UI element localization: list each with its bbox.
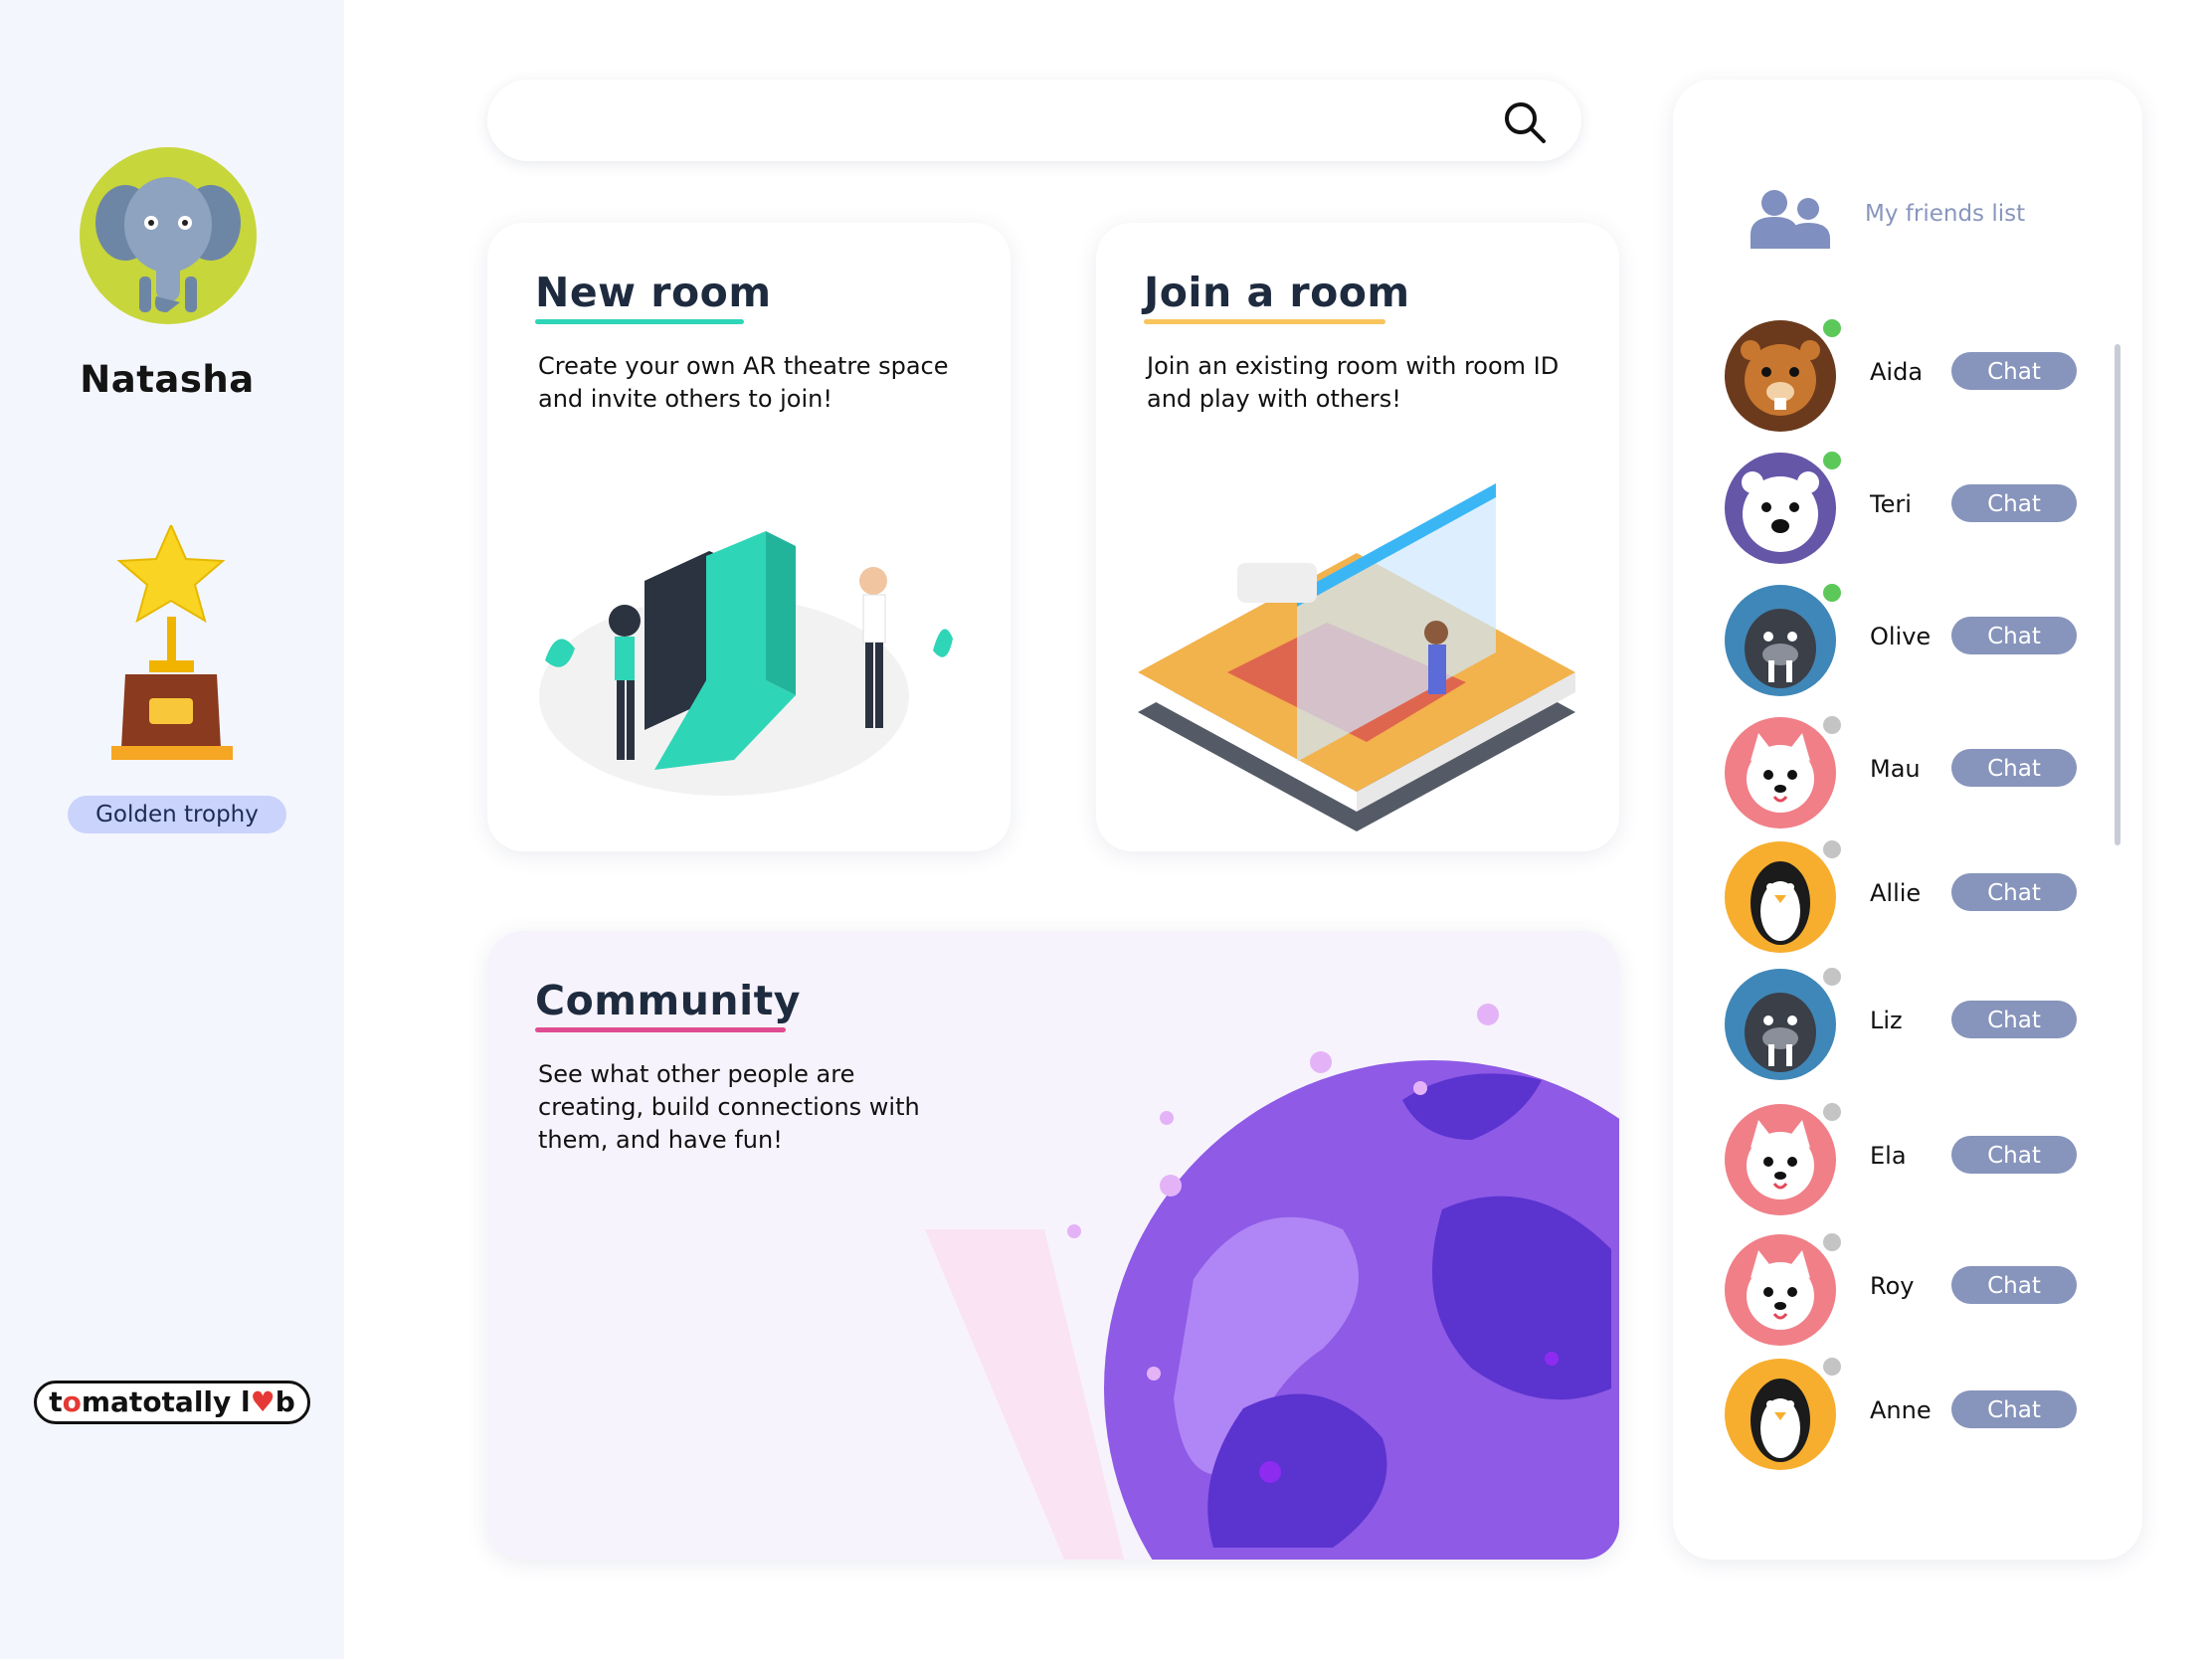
community-title: Community [535, 977, 801, 1032]
tomatotally-lab-logo: tomatotally l♥b [34, 1381, 310, 1424]
puzzle-illustration-icon [539, 531, 953, 796]
friends-panel: My friends list Aida Chat Teri Chat Olive Cha… [1673, 80, 2142, 1560]
friend-name: Ela [1870, 1142, 1907, 1170]
offline-status-dot [1820, 1355, 1844, 1379]
friend-name: Anne [1870, 1396, 1932, 1424]
friend-row: Allie Chat [1725, 837, 2103, 961]
offline-status-dot [1820, 713, 1844, 737]
chat-button[interactable]: Chat [1951, 1136, 2077, 1174]
offline-status-dot [1820, 965, 1844, 989]
friend-row: Roy Chat [1725, 1230, 2103, 1354]
beaver-avatar-icon[interactable] [1725, 320, 1836, 432]
friend-row: Olive Chat [1725, 581, 2103, 704]
friend-name: Mau [1870, 755, 1921, 783]
chat-button[interactable]: Chat [1951, 1390, 2077, 1428]
community-card[interactable]: Community See what other people are crea… [487, 931, 1619, 1560]
globe-illustration-icon [925, 1004, 1619, 1560]
cat-avatar-icon[interactable] [1725, 717, 1836, 829]
join-room-underline [1144, 319, 1385, 324]
new-room-description: Create your own AR theatre space and inv… [538, 352, 949, 413]
online-status-dot [1820, 316, 1844, 340]
new-room-title: New room [535, 269, 772, 324]
polar-bear-avatar-icon[interactable] [1725, 453, 1836, 564]
friend-name: Liz [1870, 1007, 1903, 1034]
chat-button[interactable]: Chat [1951, 484, 2077, 522]
friend-row: Mau Chat [1725, 713, 2103, 836]
friend-name: Aida [1870, 358, 1924, 386]
new-room-underline [535, 319, 744, 324]
friend-row: Anne Chat [1725, 1355, 2103, 1478]
profile-sidebar: Natasha Golden trophy tomatotally l♥b [0, 0, 344, 1659]
cat-avatar-icon[interactable] [1725, 1234, 1836, 1346]
friend-name: Olive [1870, 623, 1932, 650]
cat-avatar-icon[interactable] [1725, 1104, 1836, 1215]
friend-row: Teri Chat [1725, 449, 2103, 572]
friends-icon [1751, 190, 1830, 249]
chat-button[interactable]: Chat [1951, 1001, 2077, 1038]
profile-name: Natasha [80, 358, 255, 401]
chat-button[interactable]: Chat [1951, 749, 2077, 787]
penguin-avatar-icon[interactable] [1725, 1359, 1836, 1470]
chat-button[interactable]: Chat [1951, 1266, 2077, 1304]
walrus-avatar-icon[interactable] [1725, 585, 1836, 696]
penguin-avatar-icon[interactable] [1725, 841, 1836, 953]
friends-scrollbar[interactable] [2115, 344, 2120, 845]
online-status-dot [1820, 449, 1844, 472]
friend-row: Ela Chat [1725, 1100, 2103, 1223]
ar-room-illustration-icon [1138, 483, 1575, 831]
search-input[interactable] [517, 97, 1466, 145]
trophy-badge: Golden trophy [68, 796, 286, 833]
search-bar [487, 80, 1581, 161]
offline-status-dot [1820, 1230, 1844, 1254]
community-underline [535, 1027, 786, 1032]
friend-name: Teri [1870, 490, 1912, 518]
offline-status-dot [1820, 1100, 1844, 1124]
chat-button[interactable]: Chat [1951, 617, 2077, 654]
friend-name: Roy [1870, 1272, 1915, 1300]
walrus-avatar-icon[interactable] [1725, 969, 1836, 1080]
chat-button[interactable]: Chat [1951, 352, 2077, 390]
friends-list-title: My friends list [1865, 201, 2026, 227]
join-room-description: Join an existing room with room ID and p… [1147, 352, 1560, 413]
new-room-card[interactable]: New room Create your own AR theatre spac… [487, 223, 1011, 851]
search-icon[interactable] [1502, 99, 1548, 145]
friend-name: Allie [1870, 879, 1922, 907]
golden-trophy-icon [109, 522, 239, 764]
offline-status-dot [1820, 837, 1844, 861]
online-status-dot [1820, 581, 1844, 605]
join-room-card[interactable]: Join a room Join an existing room with r… [1096, 223, 1619, 851]
profile-avatar-elephant-icon[interactable] [80, 147, 257, 324]
friend-row: Liz Chat [1725, 965, 2103, 1088]
join-room-title: Join a room [1144, 269, 1410, 324]
chat-button[interactable]: Chat [1951, 873, 2077, 911]
community-description: See what other people are creating, buil… [538, 1060, 920, 1154]
friend-row: Aida Chat [1725, 316, 2103, 440]
